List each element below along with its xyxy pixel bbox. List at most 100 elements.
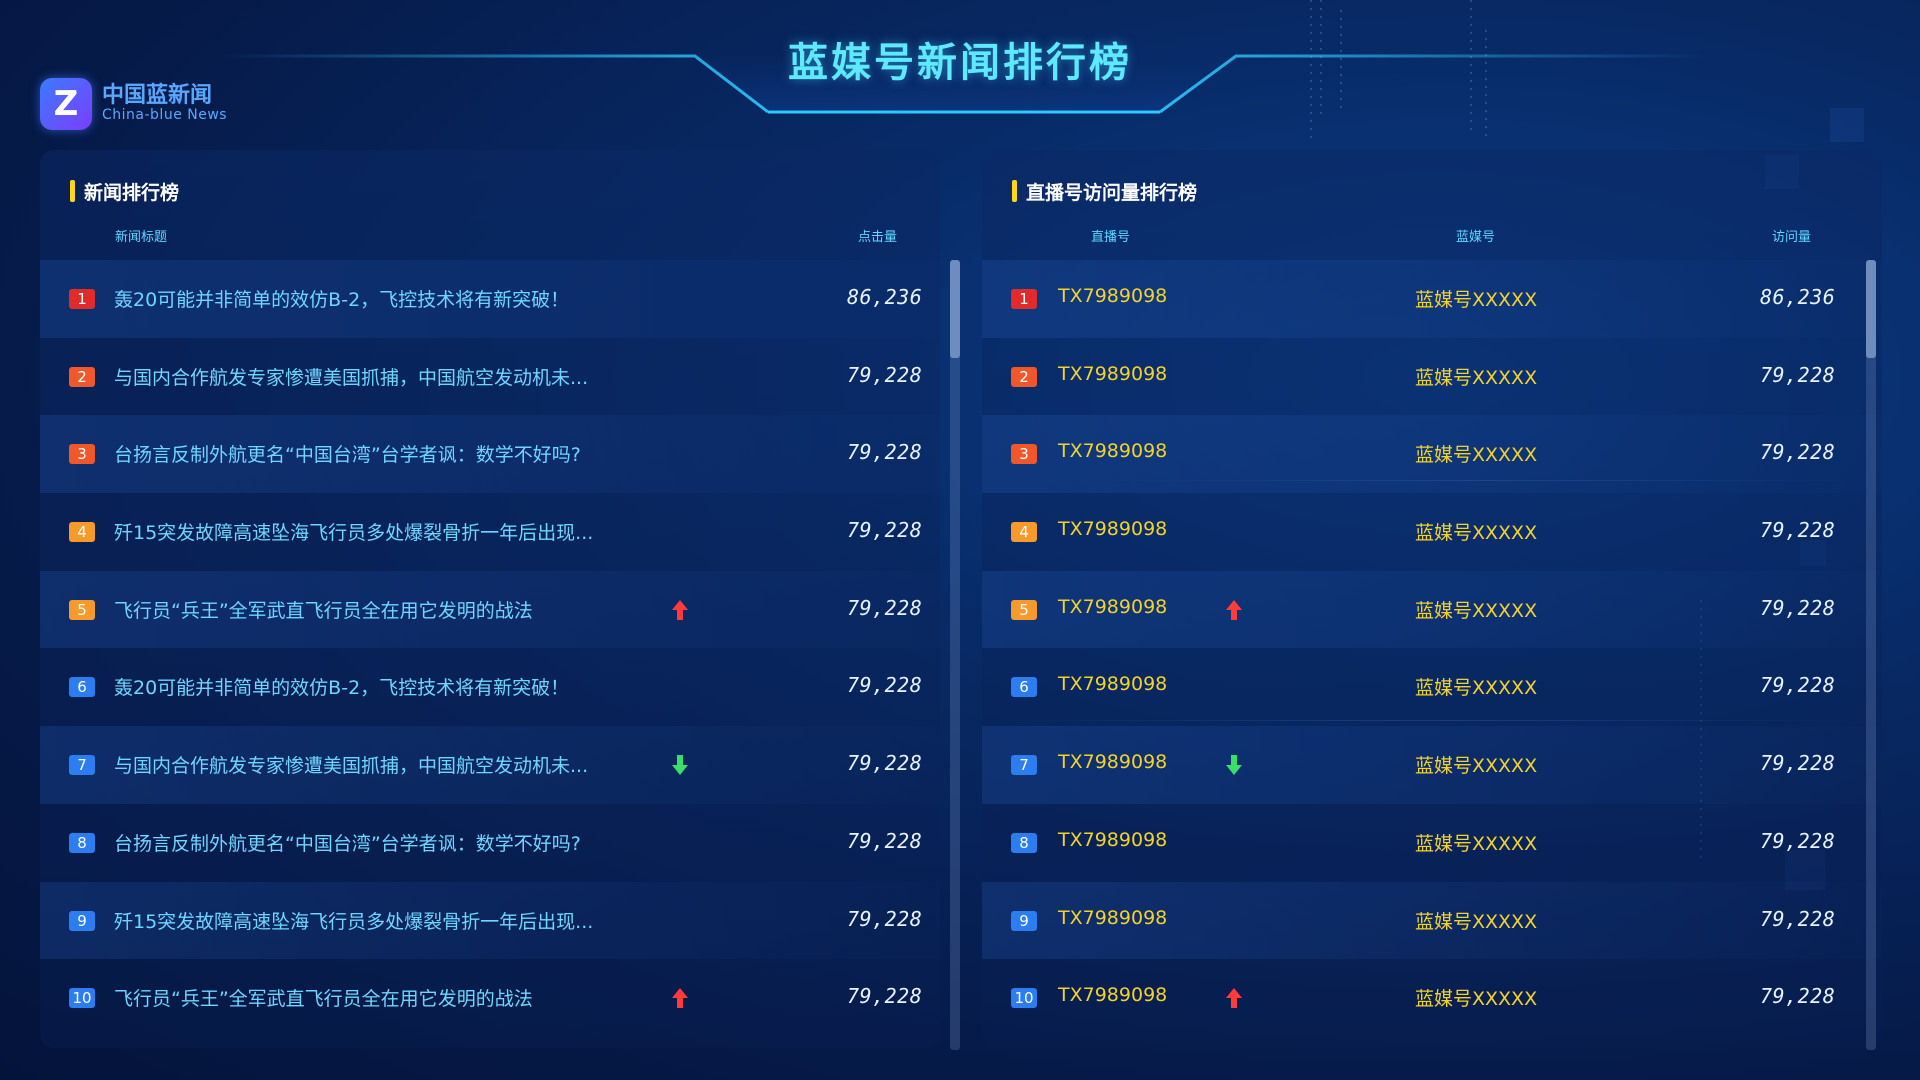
live-row[interactable]: 9 TX7989098 蓝媒号XXXXX 79,228: [982, 881, 1882, 960]
news-scrollbar-thumb[interactable]: [950, 260, 960, 358]
media-name: 蓝媒号XXXXX: [1415, 988, 1538, 1011]
news-title[interactable]: 台扬言反制外航更名“中国台湾”台学者讽：数学不好吗?: [114, 440, 581, 467]
live-row[interactable]: 10 TX7989098 蓝媒号XXXXX 79,228: [982, 959, 1882, 1037]
news-row[interactable]: 9 歼15突发故障高速坠海飞行员多处爆裂骨折一年后出现... 79,228: [40, 881, 940, 960]
click-count: 79,228: [847, 673, 923, 698]
click-count: 79,228: [847, 828, 923, 853]
live-code[interactable]: TX7989098: [1058, 285, 1167, 307]
col-live-code: 直播号: [1091, 230, 1131, 245]
live-panel-title: 直播号访问量排行榜: [1012, 178, 1197, 205]
news-row[interactable]: 7 与国内合作航发专家惨遭美国抓捕，中国航空发动机未... 79,228: [40, 726, 940, 804]
media-name: 蓝媒号XXXXX: [1415, 444, 1538, 467]
media-name: 蓝媒号XXXXX: [1415, 677, 1538, 700]
rank-badge: 3: [1011, 444, 1037, 465]
news-title[interactable]: 与国内合作航发专家惨遭美国抓捕，中国航空发动机未...: [114, 363, 588, 390]
click-count: 79,228: [847, 906, 923, 931]
click-count: 79,228: [847, 751, 923, 776]
click-count: 79,228: [847, 518, 923, 543]
rank-badge: 2: [69, 366, 95, 387]
live-code[interactable]: TX7989098: [1058, 907, 1167, 929]
live-code[interactable]: TX7989098: [1058, 596, 1167, 618]
live-code[interactable]: TX7989098: [1058, 673, 1167, 695]
media-name: 蓝媒号XXXXX: [1415, 910, 1538, 933]
media-name: 蓝媒号XXXXX: [1415, 832, 1538, 855]
live-scrollbar-thumb[interactable]: [1866, 260, 1876, 358]
news-title[interactable]: 轰20可能并非简单的效仿B-2，飞控技术将有新突破！: [114, 285, 569, 312]
col-visits: 访问量: [1772, 230, 1812, 245]
news-row[interactable]: 4 歼15突发故障高速坠海飞行员多处爆裂骨折一年后出现... 79,228: [40, 493, 940, 571]
logo-cn-text: 中国蓝新闻: [102, 83, 213, 109]
visit-count: 79,228: [1760, 595, 1836, 620]
col-media: 蓝媒号: [1456, 230, 1496, 245]
live-row[interactable]: 1 TX7989098 蓝媒号XXXXX 86,236: [982, 260, 1882, 338]
arrow-down-icon: [1225, 754, 1243, 776]
rank-badge: 9: [1011, 910, 1037, 931]
rank-badge: 1: [69, 289, 95, 309]
click-count: 86,236: [847, 285, 923, 309]
rank-badge: 9: [69, 910, 95, 931]
page-title: 蓝媒号新闻排行榜: [788, 40, 1132, 86]
news-row[interactable]: 2 与国内合作航发专家惨遭美国抓捕，中国航空发动机未... 79,228: [40, 338, 940, 416]
visit-count: 79,228: [1760, 751, 1836, 776]
live-row[interactable]: 7 TX7989098 蓝媒号XXXXX 79,228: [982, 726, 1882, 804]
news-title[interactable]: 与国内合作航发专家惨遭美国抓捕，中国航空发动机未...: [114, 751, 588, 778]
rank-badge: 8: [69, 832, 95, 853]
live-scrollbar[interactable]: [1866, 260, 1876, 1050]
live-row[interactable]: 5 TX7989098 蓝媒号XXXXX 79,228: [982, 570, 1882, 649]
rank-badge: 8: [1011, 832, 1037, 853]
news-title[interactable]: 轰20可能并非简单的效仿B-2，飞控技术将有新突破！: [114, 673, 569, 700]
arrow-up-icon: [671, 599, 689, 621]
live-code[interactable]: TX7989098: [1058, 984, 1167, 1006]
news-row[interactable]: 5 飞行员“兵王”全军武直飞行员全在用它发明的战法 79,228: [40, 570, 940, 649]
rank-badge: 2: [1011, 366, 1037, 387]
news-title[interactable]: 台扬言反制外航更名“中国台湾”台学者讽：数学不好吗?: [114, 829, 581, 856]
live-code[interactable]: TX7989098: [1058, 440, 1167, 462]
news-title[interactable]: 飞行员“兵王”全军武直飞行员全在用它发明的战法: [114, 596, 533, 623]
col-news-title: 新闻标题: [115, 230, 168, 245]
news-row[interactable]: 1 轰20可能并非简单的效仿B-2，飞控技术将有新突破！ 86,236: [40, 260, 940, 338]
arrow-up-icon: [1225, 987, 1243, 1009]
live-code[interactable]: TX7989098: [1058, 518, 1167, 540]
rank-badge: 7: [1011, 755, 1037, 776]
logo-en-text: China-blue News: [102, 107, 228, 124]
logo-icon: Z: [40, 78, 92, 130]
visit-count: 79,228: [1760, 362, 1836, 387]
live-code[interactable]: TX7989098: [1058, 751, 1167, 773]
rank-badge: 3: [69, 444, 95, 465]
rank-badge: 6: [1011, 677, 1037, 698]
click-count: 79,228: [847, 440, 923, 465]
news-title[interactable]: 歼15突发故障高速坠海飞行员多处爆裂骨折一年后出现...: [114, 518, 593, 545]
news-scrollbar[interactable]: [950, 260, 960, 1050]
live-row[interactable]: 2 TX7989098 蓝媒号XXXXX 79,228: [982, 338, 1882, 416]
media-name: 蓝媒号XXXXX: [1415, 755, 1538, 778]
news-row[interactable]: 8 台扬言反制外航更名“中国台湾”台学者讽：数学不好吗? 79,228: [40, 804, 940, 882]
live-row[interactable]: 4 TX7989098 蓝媒号XXXXX 79,228: [982, 493, 1882, 571]
rank-badge: 7: [69, 755, 95, 776]
live-code[interactable]: TX7989098: [1058, 829, 1167, 851]
visit-count: 86,236: [1760, 285, 1836, 309]
live-code[interactable]: TX7989098: [1058, 363, 1167, 385]
visit-count: 79,228: [1760, 673, 1836, 698]
live-row[interactable]: 6 TX7989098 蓝媒号XXXXX 79,228: [982, 648, 1882, 726]
rank-badge: 6: [69, 677, 95, 698]
live-row[interactable]: 8 TX7989098 蓝媒号XXXXX 79,228: [982, 804, 1882, 882]
visit-count: 79,228: [1760, 906, 1836, 931]
news-row[interactable]: 10 飞行员“兵王”全军武直飞行员全在用它发明的战法 79,228: [40, 959, 940, 1037]
rank-badge: 10: [1011, 988, 1037, 1009]
news-row[interactable]: 6 轰20可能并非简单的效仿B-2，飞控技术将有新突破！ 79,228: [40, 648, 940, 726]
col-clicks: 点击量: [858, 230, 898, 245]
live-list: 1 TX7989098 蓝媒号XXXXX 86,236 2 TX7989098 蓝媒号XXX…: [982, 260, 1882, 1037]
news-title[interactable]: 歼15突发故障高速坠海飞行员多处爆裂骨折一年后出现...: [114, 907, 593, 934]
news-title[interactable]: 飞行员“兵王”全军武直飞行员全在用它发明的战法: [114, 984, 533, 1011]
visit-count: 79,228: [1760, 440, 1836, 465]
arrow-down-icon: [671, 754, 689, 776]
arrow-up-icon: [1225, 599, 1243, 621]
media-name: 蓝媒号XXXXX: [1415, 366, 1538, 389]
news-row[interactable]: 3 台扬言反制外航更名“中国台湾”台学者讽：数学不好吗? 79,228: [40, 415, 940, 494]
rank-badge: 5: [69, 599, 95, 620]
live-row[interactable]: 3 TX7989098 蓝媒号XXXXX 79,228: [982, 415, 1882, 494]
media-name: 蓝媒号XXXXX: [1415, 599, 1538, 622]
click-count: 79,228: [847, 984, 923, 1009]
visit-count: 79,228: [1760, 828, 1836, 853]
rank-badge: 10: [69, 988, 95, 1009]
